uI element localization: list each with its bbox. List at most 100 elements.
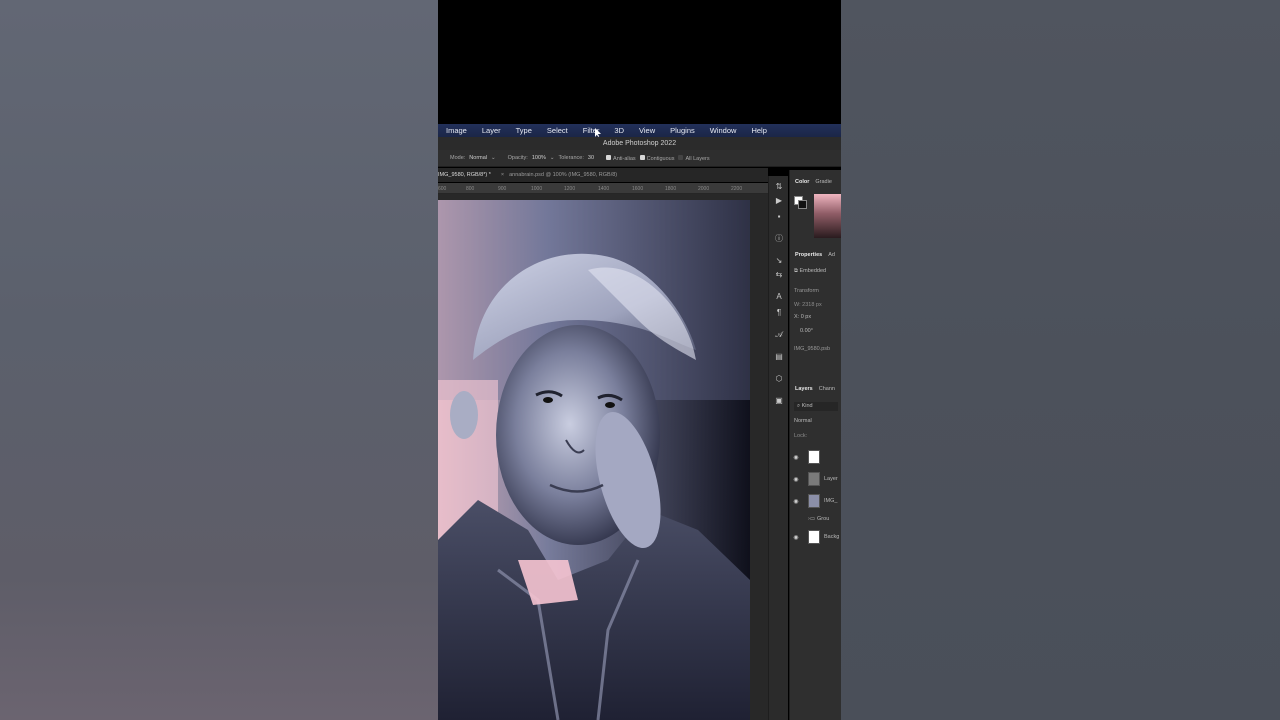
portrait-image bbox=[438, 200, 750, 720]
layer-name: Layer bbox=[824, 476, 838, 482]
anti-alias-checkbox[interactable]: Anti-alias bbox=[606, 154, 636, 162]
ruler-tick: 2000 bbox=[698, 186, 710, 192]
video-backdrop-right bbox=[841, 0, 1280, 720]
opacity-label: Opacity: bbox=[507, 155, 528, 161]
chevron-down-icon: ⌄ bbox=[549, 155, 555, 161]
menu-view[interactable]: View bbox=[631, 126, 662, 135]
tab-properties[interactable]: Properties bbox=[795, 252, 822, 258]
info-icon[interactable]: ⓘ bbox=[774, 234, 784, 244]
layer-thumbnail bbox=[808, 472, 820, 486]
background-color-swatch[interactable] bbox=[798, 200, 807, 209]
glyphs-icon[interactable]: 𝒜 bbox=[774, 330, 784, 340]
lock-label: Lock: bbox=[794, 433, 808, 439]
canvas-photo[interactable] bbox=[438, 200, 750, 720]
linked-filename: IMG_9580.psb bbox=[794, 346, 831, 352]
notes-icon[interactable]: ▤ bbox=[774, 352, 784, 362]
ruler-tick: 1200 bbox=[564, 186, 576, 192]
layer-group-row[interactable]: ◉ ›▭ Grou bbox=[790, 510, 841, 528]
layer-name: Grou bbox=[817, 516, 830, 522]
tab-adjustments[interactable]: Ad bbox=[828, 252, 835, 258]
mode-select[interactable]: Normal bbox=[469, 155, 487, 161]
mode-label: Mode: bbox=[450, 155, 466, 161]
ruler-tick: 600 bbox=[438, 186, 447, 192]
chevron-down-icon: ⌄ bbox=[491, 155, 496, 161]
layer-thumbnail bbox=[808, 450, 820, 464]
ruler-tick: 2200 bbox=[731, 186, 743, 192]
menu-window[interactable]: Window bbox=[702, 126, 744, 135]
ruler-tick: 800 bbox=[466, 186, 475, 192]
contiguous-label: Contiguous bbox=[646, 155, 675, 162]
menu-bar: Image Layer Type Select Filter 3D View P… bbox=[438, 124, 841, 137]
video-backdrop-left bbox=[0, 0, 438, 720]
contiguous-checkbox[interactable]: Contiguous bbox=[639, 154, 675, 162]
anti-alias-label: Anti-alias bbox=[613, 155, 636, 162]
panel-icon-strip: ⇅ ▶ ▪ ⓘ ↘ ⇆ A ¶ 𝒜 ▤ ⬡ ▣ bbox=[768, 176, 788, 720]
adjustments-icon[interactable]: ⇆ bbox=[774, 270, 784, 280]
eye-icon[interactable]: ◉ bbox=[790, 516, 802, 523]
menu-select[interactable]: Select bbox=[539, 126, 575, 135]
ruler-tick: 1400 bbox=[598, 186, 610, 192]
tab-color[interactable]: Color bbox=[795, 179, 809, 185]
ruler-tick: 1800 bbox=[665, 186, 677, 192]
all-layers-checkbox[interactable]: All Layers bbox=[678, 154, 710, 162]
brushes-icon[interactable]: ↘ bbox=[774, 256, 784, 266]
options-bar: Mode: Normal ⌄ Opacity: 100% ⌄ Tolerance… bbox=[438, 150, 841, 167]
3d-cube-icon[interactable]: ⬡ bbox=[774, 374, 784, 384]
properties-panel-tabs: Properties Ad bbox=[790, 249, 841, 261]
layer-thumbnail bbox=[808, 530, 820, 544]
menu-image[interactable]: Image bbox=[438, 126, 474, 135]
blend-mode-select[interactable]: Normal bbox=[794, 418, 812, 424]
character-icon[interactable]: A bbox=[774, 292, 784, 302]
menu-help[interactable]: Help bbox=[743, 126, 773, 135]
embedded-label: ⧉ Embedded bbox=[794, 268, 827, 274]
layer-row[interactable]: ◉ bbox=[790, 448, 841, 466]
layer-name: Backg bbox=[824, 534, 840, 540]
document-tabs: IMG_9580, RGB/8*) * × annabrain.psd @ 10… bbox=[438, 168, 768, 182]
history-icon[interactable]: ⇅ bbox=[774, 182, 784, 192]
layer-filter-kind[interactable]: ⌕ Kind bbox=[794, 402, 838, 411]
x-position-field[interactable]: X: 0 px bbox=[794, 314, 811, 320]
tolerance-label: Tolerance: bbox=[558, 155, 584, 161]
width-field[interactable]: W: 2318 px bbox=[794, 302, 822, 308]
menu-type[interactable]: Type bbox=[508, 126, 539, 135]
tab-gradients[interactable]: Gradie bbox=[815, 179, 832, 185]
paragraph-icon[interactable]: ¶ bbox=[774, 308, 784, 318]
eye-icon[interactable]: ◉ bbox=[790, 454, 802, 461]
angle-field[interactable]: 0.00° bbox=[800, 328, 813, 334]
tolerance-input[interactable]: 30 bbox=[588, 155, 594, 161]
menu-layer[interactable]: Layer bbox=[474, 126, 508, 135]
libraries-icon[interactable]: ▣ bbox=[774, 396, 784, 406]
tab-active-document[interactable]: IMG_9580, RGB/8*) * bbox=[438, 172, 497, 178]
ruler-tick: 900 bbox=[498, 186, 507, 192]
eye-icon[interactable]: ◉ bbox=[790, 476, 802, 483]
layer-row[interactable]: ◉ IMG_ bbox=[790, 492, 841, 510]
transform-heading: Transform bbox=[794, 288, 819, 294]
actions-play-icon[interactable]: ▶ bbox=[774, 196, 784, 206]
menu-plugins[interactable]: Plugins bbox=[662, 126, 702, 135]
tab-channels[interactable]: Chann bbox=[819, 386, 835, 392]
color-picker-field[interactable] bbox=[814, 194, 841, 238]
all-layers-label: All Layers bbox=[685, 155, 710, 162]
menu-3d[interactable]: 3D bbox=[606, 126, 631, 135]
layer-name: IMG_ bbox=[824, 498, 838, 504]
layer-thumbnail bbox=[808, 494, 820, 508]
close-icon[interactable]: × bbox=[497, 172, 509, 178]
opacity-input[interactable]: 100% bbox=[532, 155, 546, 161]
ruler-tick: 1000 bbox=[531, 186, 543, 192]
eye-icon[interactable]: ◉ bbox=[790, 498, 802, 505]
brush-settings-icon[interactable]: ▪ bbox=[774, 212, 784, 222]
tab-layers[interactable]: Layers bbox=[795, 386, 813, 392]
horizontal-ruler: 600 800 900 1000 1200 1400 1600 1800 200… bbox=[438, 183, 768, 194]
layer-row[interactable]: ◉ Layer bbox=[790, 470, 841, 488]
menu-filter[interactable]: Filter bbox=[575, 126, 607, 135]
video-frame: Image Layer Type Select Filter 3D View P… bbox=[438, 0, 841, 720]
folder-icon: ›▭ bbox=[808, 516, 816, 522]
eye-icon[interactable]: ◉ bbox=[790, 534, 802, 541]
right-panels: Color Gradie Properties Ad ⧉ Embedded Tr… bbox=[789, 170, 841, 720]
color-panel-tabs: Color Gradie bbox=[790, 176, 841, 188]
ruler-tick: 1600 bbox=[632, 186, 644, 192]
layer-row[interactable]: ◉ Backg bbox=[790, 528, 841, 546]
tab-annabrain[interactable]: annabrain.psd @ 100% (IMG_9580, RGB/8) bbox=[509, 172, 617, 178]
app-title: Adobe Photoshop 2022 bbox=[438, 137, 841, 150]
layers-panel-tabs: Layers Chann bbox=[790, 383, 841, 395]
